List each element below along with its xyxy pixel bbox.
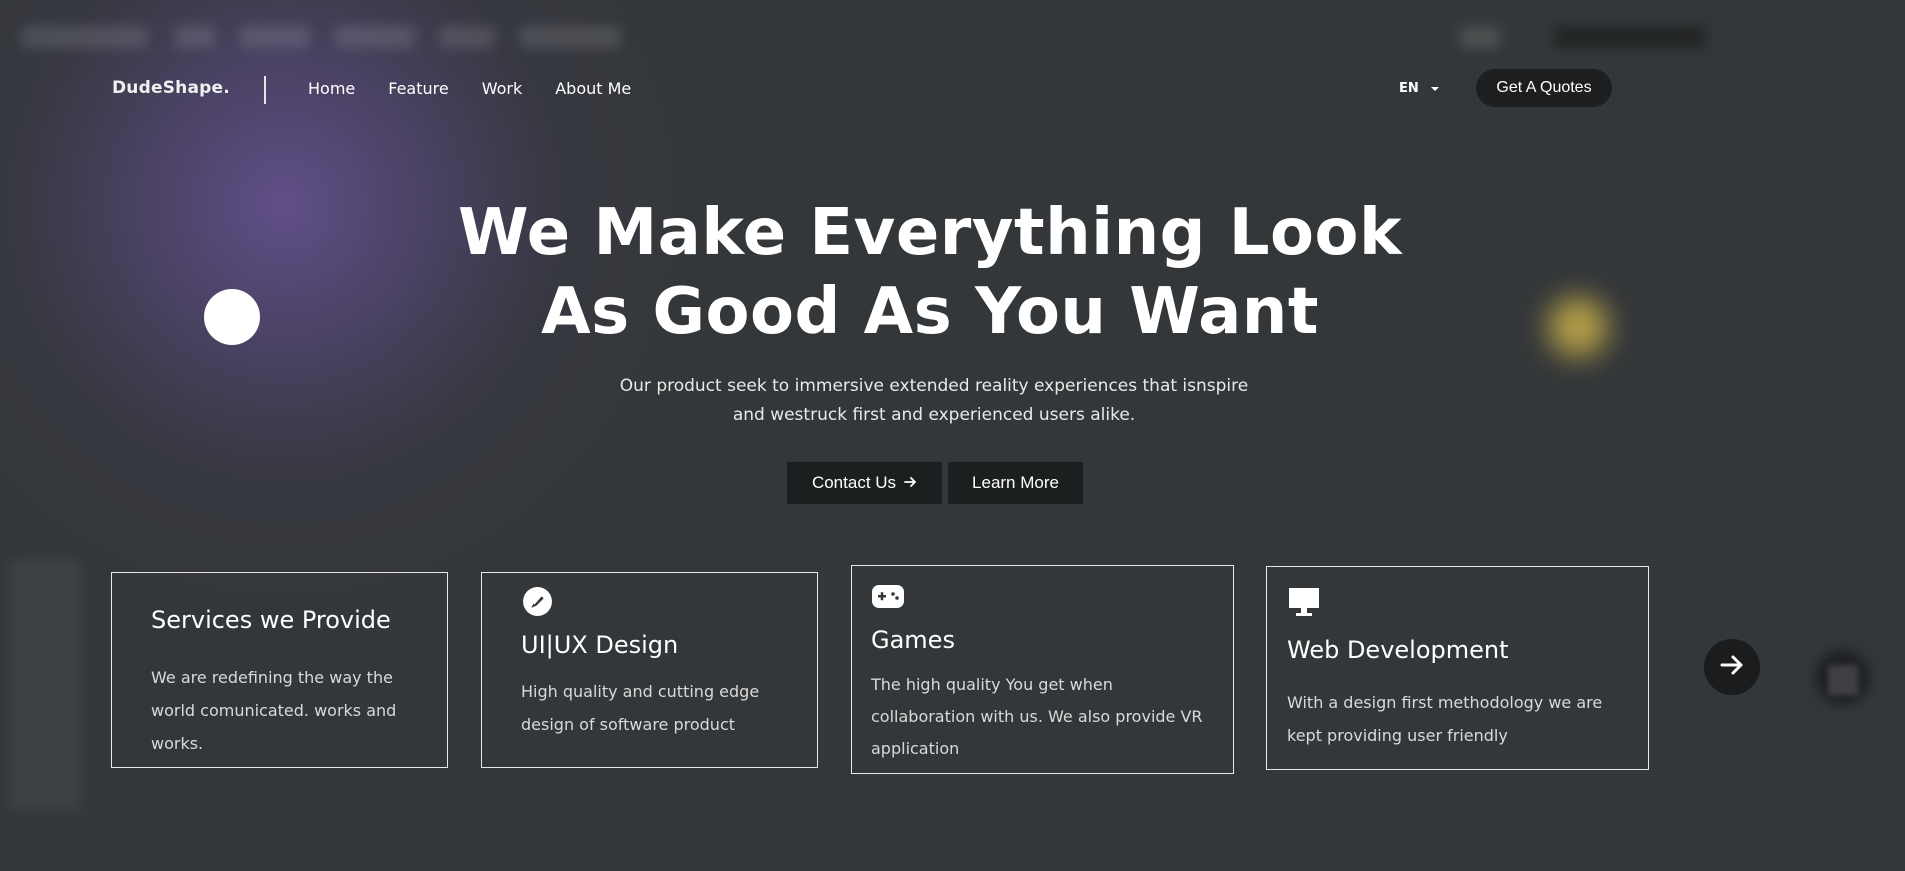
service-card-web-development[interactable]: Web Development With a design first meth… <box>1266 566 1649 770</box>
gamepad-icon <box>871 584 905 613</box>
blurred-background-square <box>1828 665 1858 695</box>
nav-links: Home Feature Work About Me <box>308 79 664 98</box>
card-description: The high quality You get when collaborat… <box>871 669 1203 765</box>
card-description-line: High quality and cutting edge <box>521 682 760 701</box>
logo[interactable]: DudeShape. <box>112 78 230 98</box>
service-card-intro[interactable]: Services we Provide We are redefining th… <box>111 572 448 768</box>
blurred-background-strip <box>0 0 1905 60</box>
arrow-right-icon <box>1720 654 1744 680</box>
learn-more-button[interactable]: Learn More <box>948 462 1083 504</box>
card-description-line: collaboration with us. We also provide V… <box>871 707 1203 726</box>
nav-link-work[interactable]: Work <box>482 79 523 98</box>
card-description-line: We are redefining the way the <box>151 668 393 687</box>
card-description: With a design first methodology we are k… <box>1287 686 1602 752</box>
hero-title: We Make Everything Look As Good As You W… <box>0 194 1860 352</box>
language-selector[interactable]: EN <box>1399 81 1439 96</box>
card-description-line: works. <box>151 734 204 753</box>
card-description-line: The high quality You get when <box>871 675 1113 694</box>
nav-link-feature[interactable]: Feature <box>388 79 448 98</box>
card-title: Web Development <box>1287 636 1509 664</box>
card-description: We are redefining the way the world comu… <box>151 661 396 760</box>
nav-divider <box>264 76 266 104</box>
monitor-icon <box>1288 587 1320 621</box>
hero-subtitle-line-2: and westruck first and experienced users… <box>732 405 1136 425</box>
next-slide-button[interactable] <box>1704 639 1760 695</box>
hero-title-line-2: As Good As You Want <box>541 275 1319 349</box>
language-label: EN <box>1399 81 1419 96</box>
caret-down-icon <box>1430 86 1439 91</box>
card-description-line: application <box>871 739 960 758</box>
nav-link-home[interactable]: Home <box>308 79 355 98</box>
arrow-right-icon <box>904 475 917 492</box>
navbar: DudeShape. Home Feature Work About Me EN… <box>0 68 1905 108</box>
brush-icon <box>522 586 553 621</box>
card-description-line: kept providing user friendly <box>1287 726 1508 745</box>
card-description: High quality and cutting edge design of … <box>521 675 759 741</box>
service-card-uiux-design[interactable]: UI|UX Design High quality and cutting ed… <box>481 572 818 768</box>
card-title: Games <box>871 626 955 654</box>
hero-subtitle-line-1: Our product seek to immersive extended r… <box>619 376 1249 396</box>
contact-us-button[interactable]: Contact Us <box>787 462 942 504</box>
blurred-background-panel <box>10 560 80 810</box>
hero-title-line-1: We Make Everything Look <box>457 196 1403 270</box>
page: DudeShape. Home Feature Work About Me EN… <box>0 0 1905 871</box>
card-title: UI|UX Design <box>521 631 679 659</box>
contact-us-label: Contact Us <box>811 473 897 492</box>
card-title: Services we Provide <box>151 606 391 634</box>
service-card-games[interactable]: Games The high quality You get when coll… <box>851 565 1234 774</box>
card-description-line: world comunicated. works and <box>151 701 397 720</box>
get-quotes-button[interactable]: Get A Quotes <box>1476 69 1612 107</box>
hero-subtitle: Our product seek to immersive extended r… <box>0 372 1868 430</box>
card-description-line: design of software product <box>521 715 736 734</box>
nav-link-about-me[interactable]: About Me <box>555 79 631 98</box>
card-description-line: With a design first methodology we are <box>1287 693 1603 712</box>
